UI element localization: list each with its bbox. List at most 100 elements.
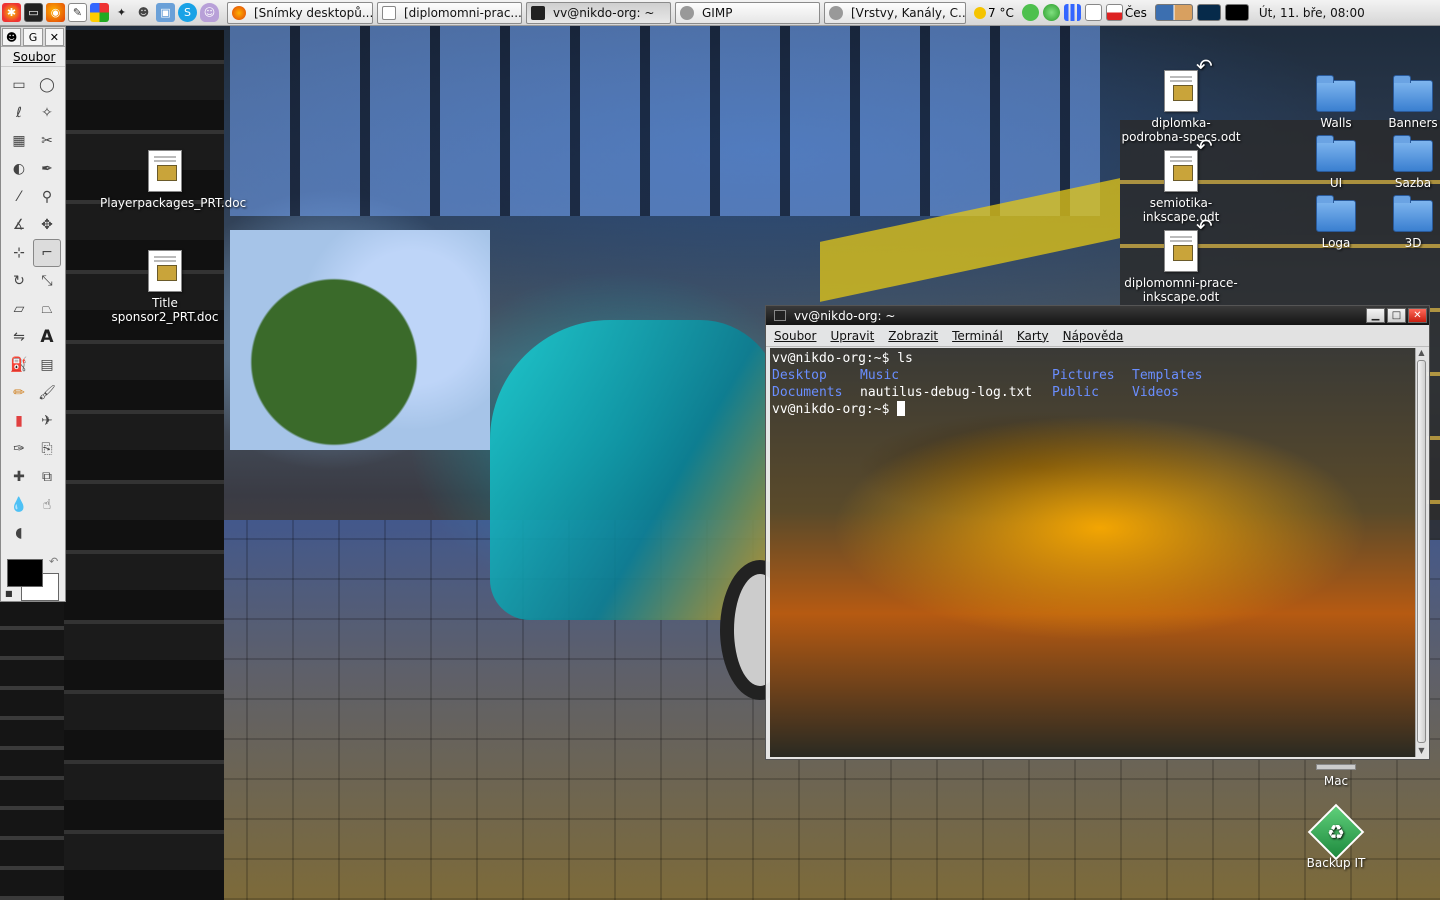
scissors-icon[interactable]: ✂ — [33, 127, 61, 155]
blur-icon[interactable]: 💧 — [5, 491, 33, 519]
text-icon[interactable]: A — [33, 323, 61, 351]
rect-select-icon[interactable]: ▭ — [5, 71, 33, 99]
desktop-drive-label: Mac — [1323, 774, 1349, 788]
crop-icon[interactable]: ⌐ — [33, 239, 61, 267]
foreground-select-icon[interactable]: ◐ — [5, 155, 33, 183]
wallpaper-trees — [230, 230, 490, 450]
image-viewer-icon[interactable]: ▣ — [156, 3, 175, 22]
desktop-folder-banners[interactable]: Banners — [1370, 75, 1440, 130]
menu-soubor[interactable]: Soubor — [13, 50, 55, 64]
paths-icon[interactable]: ✒ — [33, 155, 61, 183]
smudge-icon[interactable]: ☝ — [33, 491, 61, 519]
gimp-logo-icon[interactable]: ☻ — [2, 28, 22, 46]
desktop-file-playerpackages[interactable]: Playerpackages_PRT.doc — [100, 150, 246, 210]
gimp-icon — [829, 5, 843, 20]
perspective-clone-icon[interactable]: ⧉ — [33, 463, 61, 491]
desktop-drive-mac[interactable]: Mac — [1286, 764, 1386, 788]
network-icon[interactable] — [1042, 4, 1060, 21]
paintbrush-icon[interactable]: 🖌 — [33, 379, 61, 407]
menu-napoveda[interactable]: Nápověda — [1063, 329, 1124, 343]
fuzzy-select-icon[interactable]: ✧ — [33, 99, 61, 127]
ellipse-select-icon[interactable]: ◯ — [33, 71, 61, 99]
lasso-icon[interactable]: ℓ — [5, 99, 33, 127]
gimp-icon[interactable]: ☻ — [134, 3, 153, 22]
cpu-monitor-icon[interactable] — [1196, 4, 1221, 21]
pencil-icon[interactable]: ✏ — [5, 379, 33, 407]
menu-zobrazit[interactable]: Zobrazit — [888, 329, 938, 343]
bucket-fill-icon[interactable]: ⛽ — [5, 351, 33, 379]
desktop-file-diplomka-specs[interactable]: diplomka-podrobna-specs.odt — [1116, 70, 1246, 144]
desktop-drive-backup[interactable]: ♻ Backup IT — [1286, 803, 1386, 870]
measure-icon[interactable]: ∡ — [5, 211, 33, 239]
menu-terminal[interactable]: Terminál — [952, 329, 1003, 343]
folder-icon — [1393, 135, 1433, 172]
scrollbar-thumb[interactable] — [1417, 360, 1426, 743]
clone-icon[interactable]: ⎘ — [33, 435, 61, 463]
dodge-burn-icon[interactable]: ◖ — [5, 519, 33, 547]
update-check-icon[interactable] — [1021, 4, 1039, 21]
blend-icon[interactable]: ▤ — [33, 351, 61, 379]
desktop-file-label: diplomomni-prace-inkscape.odt — [1124, 276, 1238, 304]
terminal-icon[interactable] — [774, 310, 786, 321]
weather-temp[interactable]: 7 °C — [988, 6, 1014, 20]
terminal-screen[interactable]: vv@nikdo-org:~$ ls Desktop Music Pictures T… — [770, 348, 1415, 757]
airbrush-icon[interactable]: ✈ — [33, 407, 61, 435]
minimize-icon[interactable]: ▁ — [1366, 308, 1385, 323]
taskbar-item-terminal[interactable]: vv@nikdo-org: ~ — [526, 1, 671, 24]
symlink-arrow-icon: ↶ — [1196, 214, 1213, 238]
desktop-file-title-sponsor[interactable]: Title sponsor2_PRT.doc — [100, 250, 230, 324]
memory-monitor-icon[interactable] — [1224, 4, 1249, 21]
heal-icon[interactable]: ✚ — [5, 463, 33, 491]
scale-icon[interactable]: ⤡ — [33, 267, 61, 295]
ink-icon[interactable]: ✑ — [5, 435, 33, 463]
windows-icon[interactable] — [90, 3, 109, 22]
keyboard-layout[interactable]: Čes — [1125, 6, 1147, 20]
swap-colors-icon[interactable]: ↶ — [49, 555, 58, 568]
close-icon[interactable]: ✕ — [1408, 308, 1427, 323]
menu-upravit[interactable]: Upravit — [830, 329, 874, 343]
taskbar-item-gimp-layers[interactable]: [Vrstvy, Kanály, C... — [824, 1, 966, 24]
menu-karty[interactable]: Karty — [1017, 329, 1049, 343]
terminal-line: vv@nikdo-org:~$ ls — [772, 351, 913, 366]
eraser-icon[interactable]: ▮ — [5, 407, 33, 435]
workspace-switcher-icon[interactable] — [1154, 4, 1193, 21]
menu-icon[interactable]: ✱ — [2, 3, 21, 22]
zoom-icon[interactable]: ⚲ — [33, 183, 61, 211]
desktop-file-label: diplomka-podrobna-specs.odt — [1121, 116, 1241, 144]
desktop-folder-3d[interactable]: 3D — [1370, 195, 1440, 250]
rotate-icon[interactable]: ↻ — [5, 267, 33, 295]
pidgin-icon[interactable]: ☺ — [200, 3, 219, 22]
flip-icon[interactable]: ⇋ — [5, 323, 33, 351]
clock[interactable]: Út, 11. bře, 08:00 — [1259, 6, 1365, 20]
text-editor-icon[interactable]: ✎ — [68, 3, 87, 22]
perspective-icon[interactable]: ⏢ — [33, 295, 61, 323]
firefox-icon[interactable]: ◉ — [46, 3, 65, 22]
scroll-up-icon[interactable]: ▲ — [1416, 348, 1427, 359]
align-icon[interactable]: ⊹ — [5, 239, 33, 267]
terminal-icon[interactable]: ▭ — [24, 3, 43, 22]
gimp-tab[interactable]: G — [23, 28, 43, 46]
terminal-titlebar[interactable]: vv@nikdo-org: ~ ▁ □ ✕ — [766, 306, 1429, 325]
desktop-folder-sazba[interactable]: Sazba — [1370, 135, 1440, 190]
menu-soubor[interactable]: Soubor — [774, 329, 816, 343]
move-icon[interactable]: ✥ — [33, 211, 61, 239]
signal-bars-icon[interactable] — [1063, 4, 1081, 21]
close-icon[interactable]: ✕ — [44, 28, 64, 46]
settings-icon[interactable]: ✦ — [112, 3, 131, 22]
reset-colors-icon[interactable]: ■ — [5, 589, 13, 598]
clipboard-icon[interactable] — [1084, 4, 1102, 21]
scroll-down-icon[interactable]: ▼ — [1416, 746, 1427, 757]
ls-dir: Documents — [772, 385, 843, 400]
foreground-color-swatch[interactable] — [7, 559, 43, 587]
color-select-icon[interactable]: ▦ — [5, 127, 33, 155]
color-picker-icon[interactable]: ⁄ — [5, 183, 33, 211]
maximize-icon[interactable]: □ — [1387, 308, 1406, 323]
desktop-file-diplomomni-inkscape[interactable]: diplomomni-prace-inkscape.odt — [1116, 230, 1246, 304]
taskbar-item-snimky[interactable]: [Snímky desktopů... — [227, 1, 373, 24]
skype-icon[interactable]: S — [178, 3, 197, 22]
taskbar-item-diplomomni[interactable]: [diplomomni-prac... — [377, 1, 522, 24]
shear-icon[interactable]: ▱ — [5, 295, 33, 323]
terminal-scrollbar[interactable]: ▲ ▼ — [1415, 348, 1427, 757]
desktop-file-semiotika[interactable]: semiotika-inkscape.odt — [1116, 150, 1246, 224]
taskbar-item-gimp[interactable]: GIMP — [675, 1, 820, 24]
